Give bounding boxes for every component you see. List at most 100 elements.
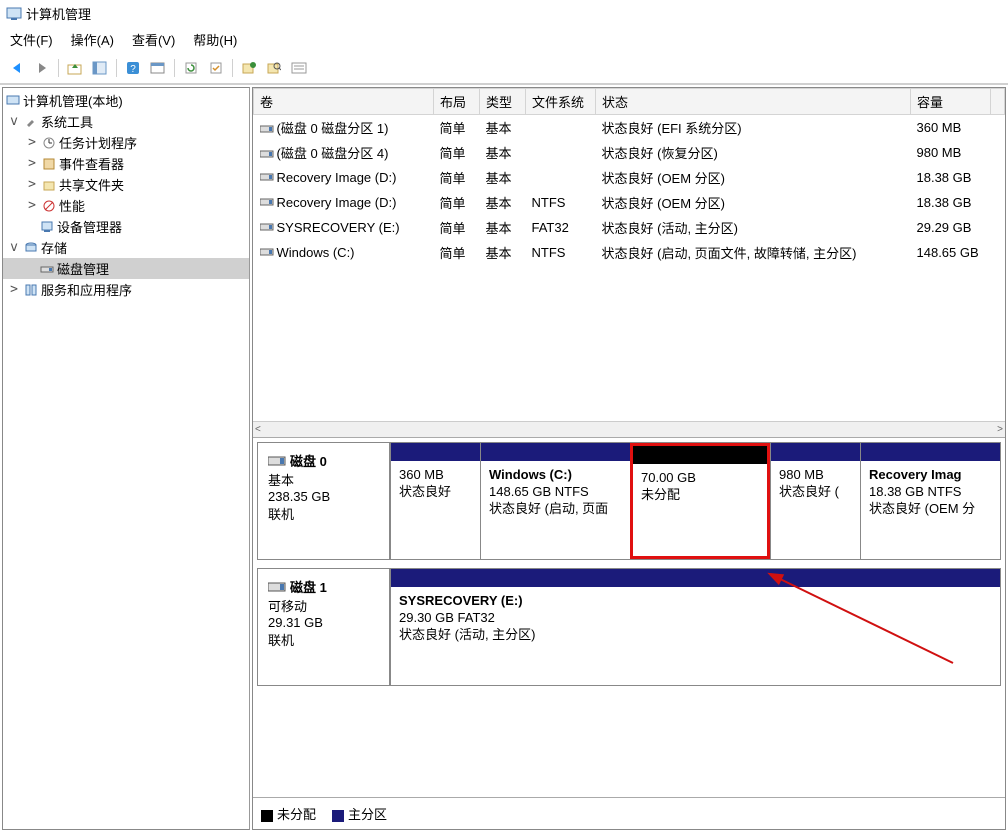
- expand-icon[interactable]: >: [25, 177, 39, 192]
- cell-fs: NTFS: [526, 240, 596, 265]
- table-header-row: 卷 布局 类型 文件系统 状态 容量: [254, 89, 1005, 115]
- expand-icon[interactable]: >: [7, 282, 21, 297]
- tree-eventvwr[interactable]: > 事件查看器: [3, 153, 249, 174]
- partition[interactable]: Windows (C:) 148.65 GB NTFS 状态良好 (启动, 页面: [480, 443, 630, 559]
- cell-volume: Windows (C:): [277, 245, 355, 260]
- col-layout[interactable]: 布局: [434, 89, 480, 115]
- tree-label: 事件查看器: [59, 154, 124, 173]
- list-icon[interactable]: [288, 57, 310, 79]
- partitions-container: SYSRECOVERY (E:) 29.30 GB FAT32 状态良好 (活动…: [390, 569, 1000, 685]
- storage-icon: [23, 240, 39, 256]
- up-folder-icon[interactable]: [64, 57, 86, 79]
- disk-row[interactable]: 磁盘 0 基本 238.35 GB 联机 360 MB 状态良好 Windows…: [257, 442, 1001, 560]
- menu-file[interactable]: 文件(F): [10, 30, 53, 49]
- cell-volume: (磁盘 0 磁盘分区 1): [277, 121, 389, 136]
- col-status[interactable]: 状态: [596, 89, 911, 115]
- tree-shared[interactable]: > 共享文件夹: [3, 174, 249, 195]
- partition-status: 状态良好: [399, 484, 472, 501]
- partition-body: 980 MB 状态良好 (: [771, 461, 860, 559]
- toolbar-separator: [58, 59, 59, 77]
- col-type[interactable]: 类型: [480, 89, 526, 115]
- forward-icon[interactable]: [31, 57, 53, 79]
- cell-volume: SYSRECOVERY (E:): [277, 220, 400, 235]
- computer-icon: [5, 93, 21, 109]
- partition-unallocated[interactable]: 70.00 GB 未分配: [630, 443, 770, 559]
- scroll-right-icon[interactable]: >: [997, 424, 1003, 435]
- disk-graphical-panel[interactable]: 磁盘 0 基本 238.35 GB 联机 360 MB 状态良好 Windows…: [253, 438, 1005, 797]
- toolbar: ?: [0, 55, 1008, 84]
- disk-type: 可移动: [268, 596, 379, 615]
- table-row[interactable]: Recovery Image (D:) 简单 基本 NTFS 状态良好 (OEM…: [254, 190, 1005, 215]
- table-row[interactable]: Windows (C:) 简单 基本 NTFS 状态良好 (启动, 页面文件, …: [254, 240, 1005, 265]
- partition-body: Recovery Imag 18.38 GB NTFS 状态良好 (OEM 分: [861, 461, 1000, 559]
- partition[interactable]: 360 MB 状态良好: [390, 443, 480, 559]
- volume-icon: [260, 123, 274, 137]
- tree-devmgr[interactable]: 设备管理器: [3, 216, 249, 237]
- tree-label: 服务和应用程序: [41, 280, 132, 299]
- tree-scheduler[interactable]: > 任务计划程序: [3, 132, 249, 153]
- partition[interactable]: SYSRECOVERY (E:) 29.30 GB FAT32 状态良好 (活动…: [390, 569, 1000, 685]
- properties-pane-icon[interactable]: [89, 57, 111, 79]
- menu-view[interactable]: 查看(V): [132, 30, 175, 49]
- partitions-container: 360 MB 状态良好 Windows (C:) 148.65 GB NTFS …: [390, 443, 1000, 559]
- col-fs[interactable]: 文件系统: [526, 89, 596, 115]
- cell-layout: 简单: [434, 190, 480, 215]
- horizontal-scrollbar[interactable]: <>: [253, 421, 1005, 437]
- new-disk-icon[interactable]: [238, 57, 260, 79]
- partition[interactable]: Recovery Imag 18.38 GB NTFS 状态良好 (OEM 分: [860, 443, 1000, 559]
- scroll-left-icon[interactable]: <: [255, 424, 261, 435]
- tree-services[interactable]: > 服务和应用程序: [3, 279, 249, 300]
- cell-status: 状态良好 (OEM 分区): [596, 165, 911, 190]
- check-icon[interactable]: [205, 57, 227, 79]
- partition-body: 70.00 GB 未分配: [633, 464, 767, 556]
- tree-diskmgmt[interactable]: 磁盘管理: [3, 258, 249, 279]
- cell-layout: 简单: [434, 165, 480, 190]
- titlebar: 计算机管理: [0, 0, 1008, 26]
- main-content: 计算机管理(本地) v 系统工具 > 任务计划程序 > 事件查看器 > 共享文件…: [0, 84, 1008, 832]
- table-row[interactable]: (磁盘 0 磁盘分区 4) 简单 基本 状态良好 (恢复分区) 980 MB: [254, 140, 1005, 165]
- cell-status: 状态良好 (启动, 页面文件, 故障转储, 主分区): [596, 240, 911, 265]
- cell-capacity: 148.65 GB: [911, 240, 991, 265]
- window-list-icon[interactable]: [147, 57, 169, 79]
- tree-systools[interactable]: v 系统工具: [3, 111, 249, 132]
- cell-status: 状态良好 (恢复分区): [596, 140, 911, 165]
- legend-unallocated: 未分配: [261, 804, 316, 823]
- partition-size: 980 MB: [779, 467, 852, 484]
- collapse-icon[interactable]: v: [7, 114, 21, 129]
- cell-type: 基本: [480, 190, 526, 215]
- expand-icon[interactable]: >: [25, 156, 39, 171]
- cell-layout: 简单: [434, 115, 480, 141]
- menu-help[interactable]: 帮助(H): [193, 30, 237, 49]
- partition[interactable]: 980 MB 状态良好 (: [770, 443, 860, 559]
- search-disk-icon[interactable]: [263, 57, 285, 79]
- expand-icon[interactable]: >: [25, 135, 39, 150]
- col-volume[interactable]: 卷: [254, 89, 434, 115]
- volume-table[interactable]: 卷 布局 类型 文件系统 状态 容量 (磁盘 0 磁盘分区 1) 简单 基本 状…: [253, 88, 1005, 265]
- disk-row[interactable]: 磁盘 1 可移动 29.31 GB 联机 SYSRECOVERY (E:) 29…: [257, 568, 1001, 686]
- table-row[interactable]: (磁盘 0 磁盘分区 1) 简单 基本 状态良好 (EFI 系统分区) 360 …: [254, 115, 1005, 141]
- cell-volume: Recovery Image (D:): [277, 170, 397, 185]
- wrench-icon: [23, 114, 39, 130]
- help-icon[interactable]: ?: [122, 57, 144, 79]
- tree-perf[interactable]: > 性能: [3, 195, 249, 216]
- partition-color-bar: [481, 443, 630, 461]
- collapse-icon[interactable]: v: [7, 240, 21, 255]
- table-row[interactable]: SYSRECOVERY (E:) 简单 基本 FAT32 状态良好 (活动, 主…: [254, 215, 1005, 240]
- tree-storage[interactable]: v 存储: [3, 237, 249, 258]
- expand-icon[interactable]: >: [25, 198, 39, 213]
- menubar: 文件(F) 操作(A) 查看(V) 帮助(H): [0, 26, 1008, 55]
- col-capacity[interactable]: 容量: [911, 89, 991, 115]
- cell-capacity: 980 MB: [911, 140, 991, 165]
- refresh-icon[interactable]: [180, 57, 202, 79]
- tree-root[interactable]: 计算机管理(本地): [3, 90, 249, 111]
- right-pane: 卷 布局 类型 文件系统 状态 容量 (磁盘 0 磁盘分区 1) 简单 基本 状…: [252, 87, 1006, 830]
- disk-icon: [268, 455, 286, 467]
- menu-action[interactable]: 操作(A): [71, 30, 114, 49]
- table-row[interactable]: Recovery Image (D:) 简单 基本 状态良好 (OEM 分区) …: [254, 165, 1005, 190]
- sidebar-tree[interactable]: 计算机管理(本地) v 系统工具 > 任务计划程序 > 事件查看器 > 共享文件…: [2, 87, 250, 830]
- clock-icon: [41, 135, 57, 151]
- back-icon[interactable]: [6, 57, 28, 79]
- partition-size: 70.00 GB: [641, 470, 759, 487]
- partition-size: 148.65 GB NTFS: [489, 484, 622, 501]
- partition-body: Windows (C:) 148.65 GB NTFS 状态良好 (启动, 页面: [481, 461, 630, 559]
